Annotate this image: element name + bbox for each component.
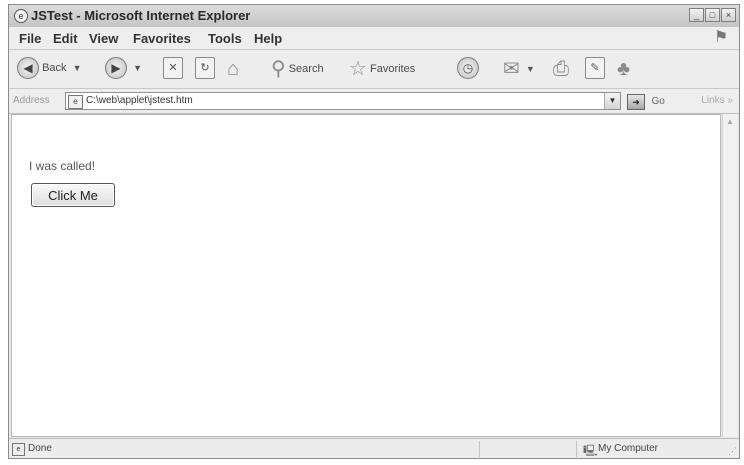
menu-help[interactable]: Help <box>254 31 282 46</box>
ie-logo-icon: e <box>14 9 28 23</box>
menu-bar: File Edit View Favorites Tools Help ⚑ <box>9 27 739 50</box>
window-controls: _ □ × <box>689 8 736 22</box>
stop-button[interactable]: ✕ <box>163 57 183 81</box>
go-arrow-icon: ➜ <box>627 93 645 110</box>
go-button[interactable]: ➜ Go <box>627 93 665 111</box>
minimize-button[interactable]: _ <box>689 8 704 22</box>
maximize-button[interactable]: □ <box>705 8 720 22</box>
click-me-button[interactable]: Click Me <box>31 183 115 207</box>
messenger-button[interactable]: ♣ <box>617 57 630 81</box>
scroll-up-icon[interactable]: ▲ <box>724 116 736 128</box>
forward-arrow-icon: ▶ <box>105 57 127 79</box>
favorites-button[interactable]: ☆ Favorites <box>349 57 415 81</box>
standard-toolbar: ◀ Back ▼ ▶ ▼ ✕ ↻ ⌂ ⚲ Search ☆ Favorites … <box>9 50 739 89</box>
menu-favorites[interactable]: Favorites <box>133 31 191 46</box>
status-divider <box>576 441 577 457</box>
favorites-label: Favorites <box>370 63 416 75</box>
back-label: Back <box>42 62 67 74</box>
status-divider <box>479 441 480 457</box>
mail-icon: ✉ <box>503 58 520 80</box>
menu-edit[interactable]: Edit <box>53 31 78 46</box>
refresh-button[interactable]: ↻ <box>195 57 215 81</box>
browser-window: e JSTest - Microsoft Internet Explorer _… <box>8 4 740 459</box>
forward-button[interactable]: ▶ ▼ <box>105 57 142 81</box>
home-icon: ⌂ <box>227 58 240 80</box>
back-dropdown-icon[interactable]: ▼ <box>73 63 82 73</box>
print-button[interactable]: ⎙ <box>553 57 569 81</box>
favorites-star-icon: ☆ <box>349 58 367 80</box>
search-icon: ⚲ <box>271 58 286 80</box>
refresh-icon: ↻ <box>195 57 215 79</box>
edit-page-icon: ✎ <box>585 57 605 79</box>
menu-tools[interactable]: Tools <box>208 31 242 46</box>
resize-grip-icon[interactable]: ⋰ <box>728 446 737 457</box>
search-button[interactable]: ⚲ Search <box>271 57 324 81</box>
menu-file[interactable]: File <box>19 31 41 46</box>
address-bar: Address e C:\web\applet\jstest.htm ▼ ➜ G… <box>9 89 739 114</box>
page-icon: e <box>68 95 83 109</box>
print-icon: ⎙ <box>553 58 569 80</box>
edit-button[interactable]: ✎ <box>585 57 605 81</box>
page-status-icon: e <box>12 443 25 456</box>
status-message: I was called! <box>29 159 96 173</box>
address-dropdown-icon[interactable]: ▼ <box>604 93 620 109</box>
vertical-scrollbar[interactable]: ▲ <box>722 114 737 437</box>
address-value[interactable]: C:\web\applet\jstest.htm <box>86 95 193 106</box>
status-bar: e Done 🖳 My Computer ⋰ <box>9 438 739 458</box>
mail-dropdown-icon[interactable]: ▼ <box>526 64 535 74</box>
back-arrow-icon: ◀ <box>17 57 39 79</box>
status-text: Done <box>28 443 52 454</box>
address-label: Address <box>13 95 50 106</box>
windows-flag-icon: ⚑ <box>713 29 729 46</box>
links-toolbar[interactable]: Links » <box>701 95 733 106</box>
history-button[interactable]: ◷ <box>457 57 479 81</box>
history-icon: ◷ <box>457 57 479 79</box>
window-title: JSTest - Microsoft Internet Explorer <box>31 8 251 23</box>
stop-icon: ✕ <box>163 57 183 79</box>
mail-button[interactable]: ✉ ▼ <box>503 57 535 81</box>
close-button[interactable]: × <box>721 8 736 22</box>
back-button[interactable]: ◀ Back ▼ <box>17 57 82 81</box>
page-content: I was called! Click Me <box>11 114 721 437</box>
title-bar[interactable]: e JSTest - Microsoft Internet Explorer _… <box>9 5 739 28</box>
search-label: Search <box>288 63 324 75</box>
address-input[interactable]: e C:\web\applet\jstest.htm ▼ <box>65 92 621 110</box>
home-button[interactable]: ⌂ <box>227 57 239 81</box>
menu-view[interactable]: View <box>89 31 118 46</box>
zone-text: My Computer <box>598 443 659 454</box>
forward-dropdown-icon[interactable]: ▼ <box>133 63 142 73</box>
messenger-icon: ♣ <box>617 58 631 80</box>
go-label: Go <box>651 96 665 108</box>
links-label: Links <box>701 95 725 106</box>
my-computer-icon: 🖳 <box>583 445 598 457</box>
